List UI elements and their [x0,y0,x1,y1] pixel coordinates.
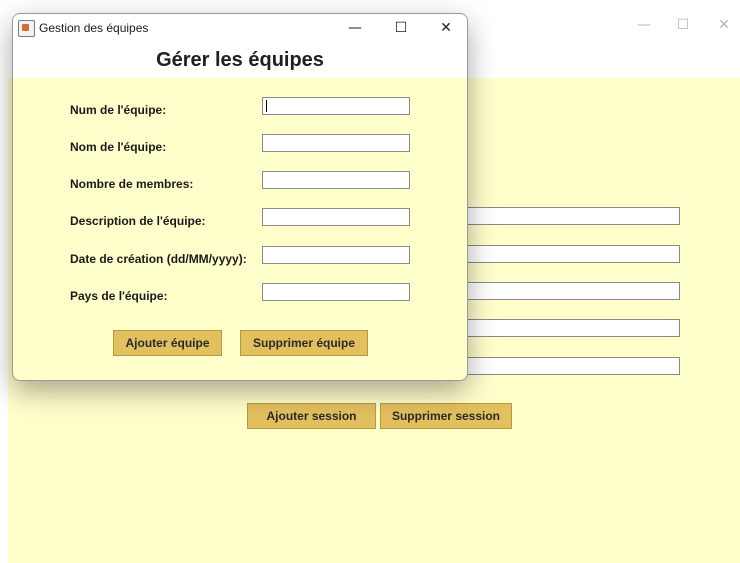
member-count-input[interactable] [262,171,410,189]
creation-date-input[interactable] [262,246,410,264]
page-title: Gérer les équipes [13,42,467,78]
team-name-label: Nom de l'équipe: [70,140,167,154]
text-caret [266,100,267,112]
team-country-input[interactable] [262,283,410,301]
close-button[interactable]: ✕ [435,18,457,38]
team-management-dialog: Gestion des équipes — ☐ ✕ Gérer les équi… [12,13,468,381]
background-field-5[interactable] [440,357,680,375]
background-field-4[interactable] [440,319,680,337]
team-number-input[interactable] [262,97,410,115]
team-description-label: Description de l'équipe: [70,214,206,228]
background-minimize-button[interactable]: — [634,16,654,34]
member-count-label: Nombre de membres: [70,177,194,191]
background-field-3[interactable] [440,282,680,300]
add-team-button[interactable]: Ajouter équipe [113,330,222,356]
dialog-title-bar[interactable]: Gestion des équipes — ☐ ✕ [13,14,467,42]
team-description-input[interactable] [262,208,410,226]
maximize-button[interactable]: ☐ [390,18,412,38]
delete-session-button[interactable]: Supprimer session [380,403,512,429]
minimize-button[interactable]: — [344,18,366,38]
team-country-label: Pays de l'équipe: [70,289,168,303]
java-app-icon [18,20,35,37]
team-number-label: Num de l'équipe: [70,103,167,117]
background-close-button[interactable]: ✕ [714,16,734,34]
background-maximize-button[interactable]: ☐ [673,16,693,34]
team-name-input[interactable] [262,134,410,152]
add-session-button[interactable]: Ajouter session [247,403,376,429]
creation-date-label: Date de création (dd/MM/yyyy): [70,252,247,266]
delete-team-button[interactable]: Supprimer équipe [240,330,368,356]
background-field-2[interactable] [440,245,680,263]
dialog-window-title: Gestion des équipes [39,21,149,35]
background-field-1[interactable] [440,207,680,225]
